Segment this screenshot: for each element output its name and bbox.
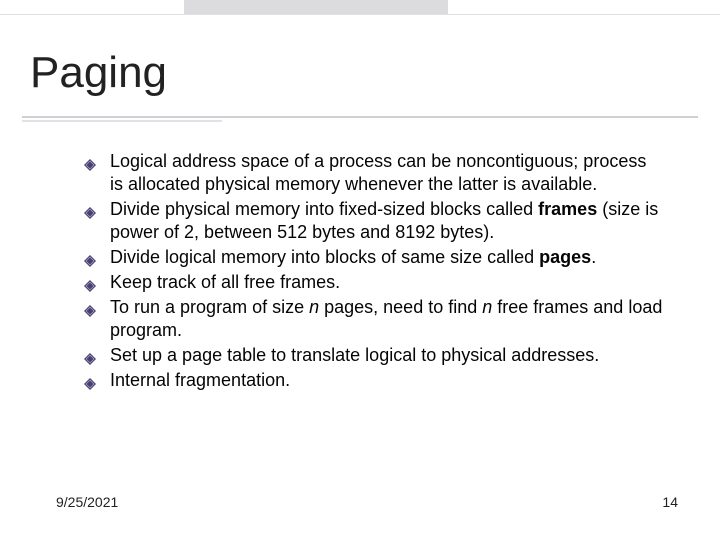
footer-page-number: 14	[662, 494, 678, 510]
list-item: Keep track of all free frames.	[84, 271, 664, 294]
decorative-top-bar	[184, 0, 448, 14]
bullet-text: Set up a page table to translate logical…	[110, 345, 599, 365]
diamond-icon	[84, 275, 96, 287]
bullet-text: Divide logical memory into blocks of sam…	[110, 247, 596, 267]
bullet-text: Internal fragmentation.	[110, 370, 290, 390]
bullet-text: Logical address space of a process can b…	[110, 151, 646, 194]
diamond-icon	[84, 300, 96, 312]
content-area: Logical address space of a process can b…	[84, 150, 664, 394]
diamond-icon	[84, 348, 96, 360]
diamond-icon	[84, 154, 96, 166]
bullet-text: To run a program of size n pages, need t…	[110, 297, 662, 340]
bullet-text: Divide physical memory into fixed-sized …	[110, 199, 658, 242]
bullet-list: Logical address space of a process can b…	[84, 150, 664, 392]
diamond-icon	[84, 202, 96, 214]
list-item: Set up a page table to translate logical…	[84, 344, 664, 367]
diamond-icon	[84, 373, 96, 385]
diamond-icon	[84, 250, 96, 262]
list-item: Logical address space of a process can b…	[84, 150, 664, 196]
decorative-hairline	[0, 14, 720, 15]
slide-title: Paging	[30, 48, 167, 98]
title-underline-short	[22, 120, 222, 122]
title-underline	[22, 116, 698, 118]
list-item: Internal fragmentation.	[84, 369, 664, 392]
footer-date: 9/25/2021	[56, 494, 118, 510]
list-item: Divide logical memory into blocks of sam…	[84, 246, 664, 269]
list-item: Divide physical memory into fixed-sized …	[84, 198, 664, 244]
bullet-text: Keep track of all free frames.	[110, 272, 340, 292]
list-item: To run a program of size n pages, need t…	[84, 296, 664, 342]
